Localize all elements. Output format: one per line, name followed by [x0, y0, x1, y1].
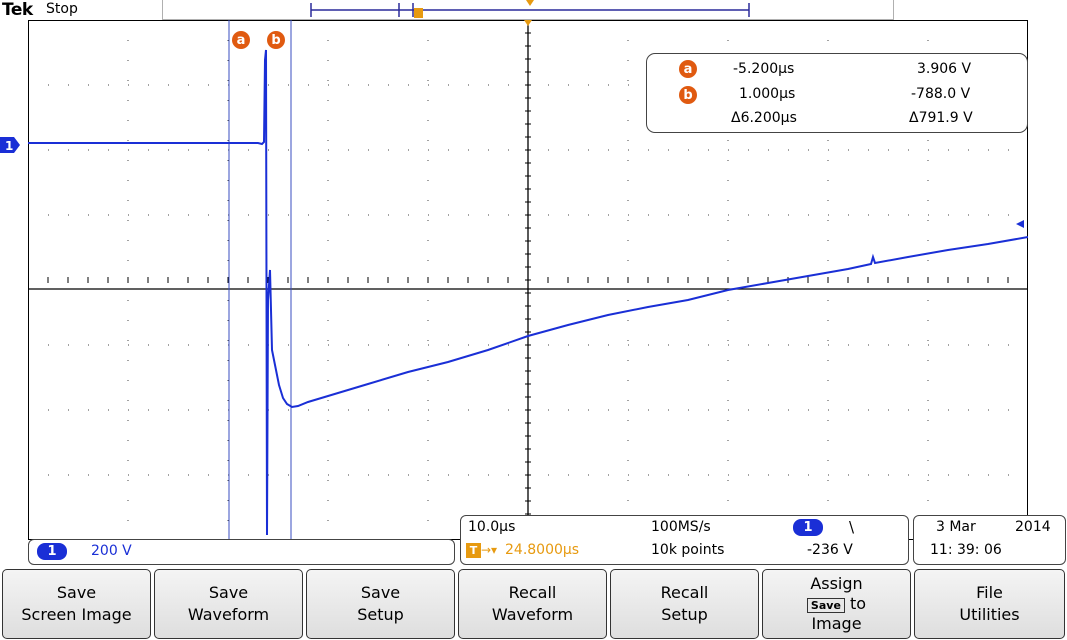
save-key-icon: Save [806, 598, 845, 613]
save-setup-button[interactable]: Save Setup [306, 569, 455, 639]
cursor-a-badge[interactable]: a [232, 31, 250, 49]
trigger-position-marker [524, 20, 532, 26]
recall-setup-button[interactable]: Recall Setup [610, 569, 759, 639]
horizontal-scale: 10.0µs [468, 519, 516, 535]
sample-rate: 100MS/s [651, 519, 711, 535]
readout-a-badge: a [679, 60, 697, 78]
year: 2014 [1015, 519, 1051, 535]
trigger-slope-icon: \ [849, 518, 855, 536]
readout-b-time: 1.000µs [739, 86, 796, 102]
readout-a-volt: 3.906 V [917, 61, 972, 77]
record-view-graphic [310, 0, 750, 18]
record-view-bar [162, 0, 894, 20]
trigger-level: -236 V [807, 542, 853, 558]
readout-b-volt: -788.0 V [911, 86, 971, 102]
svg-text:1: 1 [5, 139, 13, 153]
assign-save-button[interactable]: Assign Save to Image [762, 569, 911, 639]
readout-a-time: -5.200µs [733, 61, 795, 77]
readout-delta-volt: Δ791.9 V [909, 110, 973, 126]
trigger-source-badge: 1 [793, 519, 823, 536]
trigger-icon: T [466, 543, 481, 558]
recall-waveform-button[interactable]: Recall Waveform [458, 569, 607, 639]
readout-delta-time: Δ6.200µs [731, 110, 797, 126]
save-screen-image-button[interactable]: Save Screen Image [2, 569, 151, 639]
datetime-box: 3 Mar 2014 11: 39: 06 [913, 515, 1066, 565]
cursor-readout-panel: a b -5.200µs 3.906 V 1.000µs -788.0 V Δ6… [646, 53, 1028, 133]
trigger-arrow-icon: →▾ [481, 543, 498, 557]
timebase-trigger-box[interactable]: 10.0µs 100MS/s 1 \ T →▾ 24.8000µs 10k po… [460, 515, 909, 565]
brand-logo: Tek [2, 0, 33, 20]
file-utilities-button[interactable]: File Utilities [914, 569, 1065, 639]
channel1-scale: 200 V [91, 543, 132, 559]
channel1-scale-box[interactable]: 1 200 V [28, 539, 455, 565]
time: 11: 39: 06 [930, 542, 1002, 558]
readout-b-badge: b [679, 86, 697, 104]
channel1-badge: 1 [37, 543, 67, 560]
save-waveform-button[interactable]: Save Waveform [154, 569, 303, 639]
cursor-b-badge[interactable]: b [267, 31, 285, 49]
record-length: 10k points [651, 542, 725, 558]
date: 3 Mar [936, 519, 976, 535]
channel1-ground-marker[interactable]: 1 [0, 137, 20, 154]
trigger-position: 24.8000µs [505, 542, 580, 558]
acquisition-state: Stop [46, 1, 78, 17]
reference-level-marker [1016, 220, 1024, 228]
